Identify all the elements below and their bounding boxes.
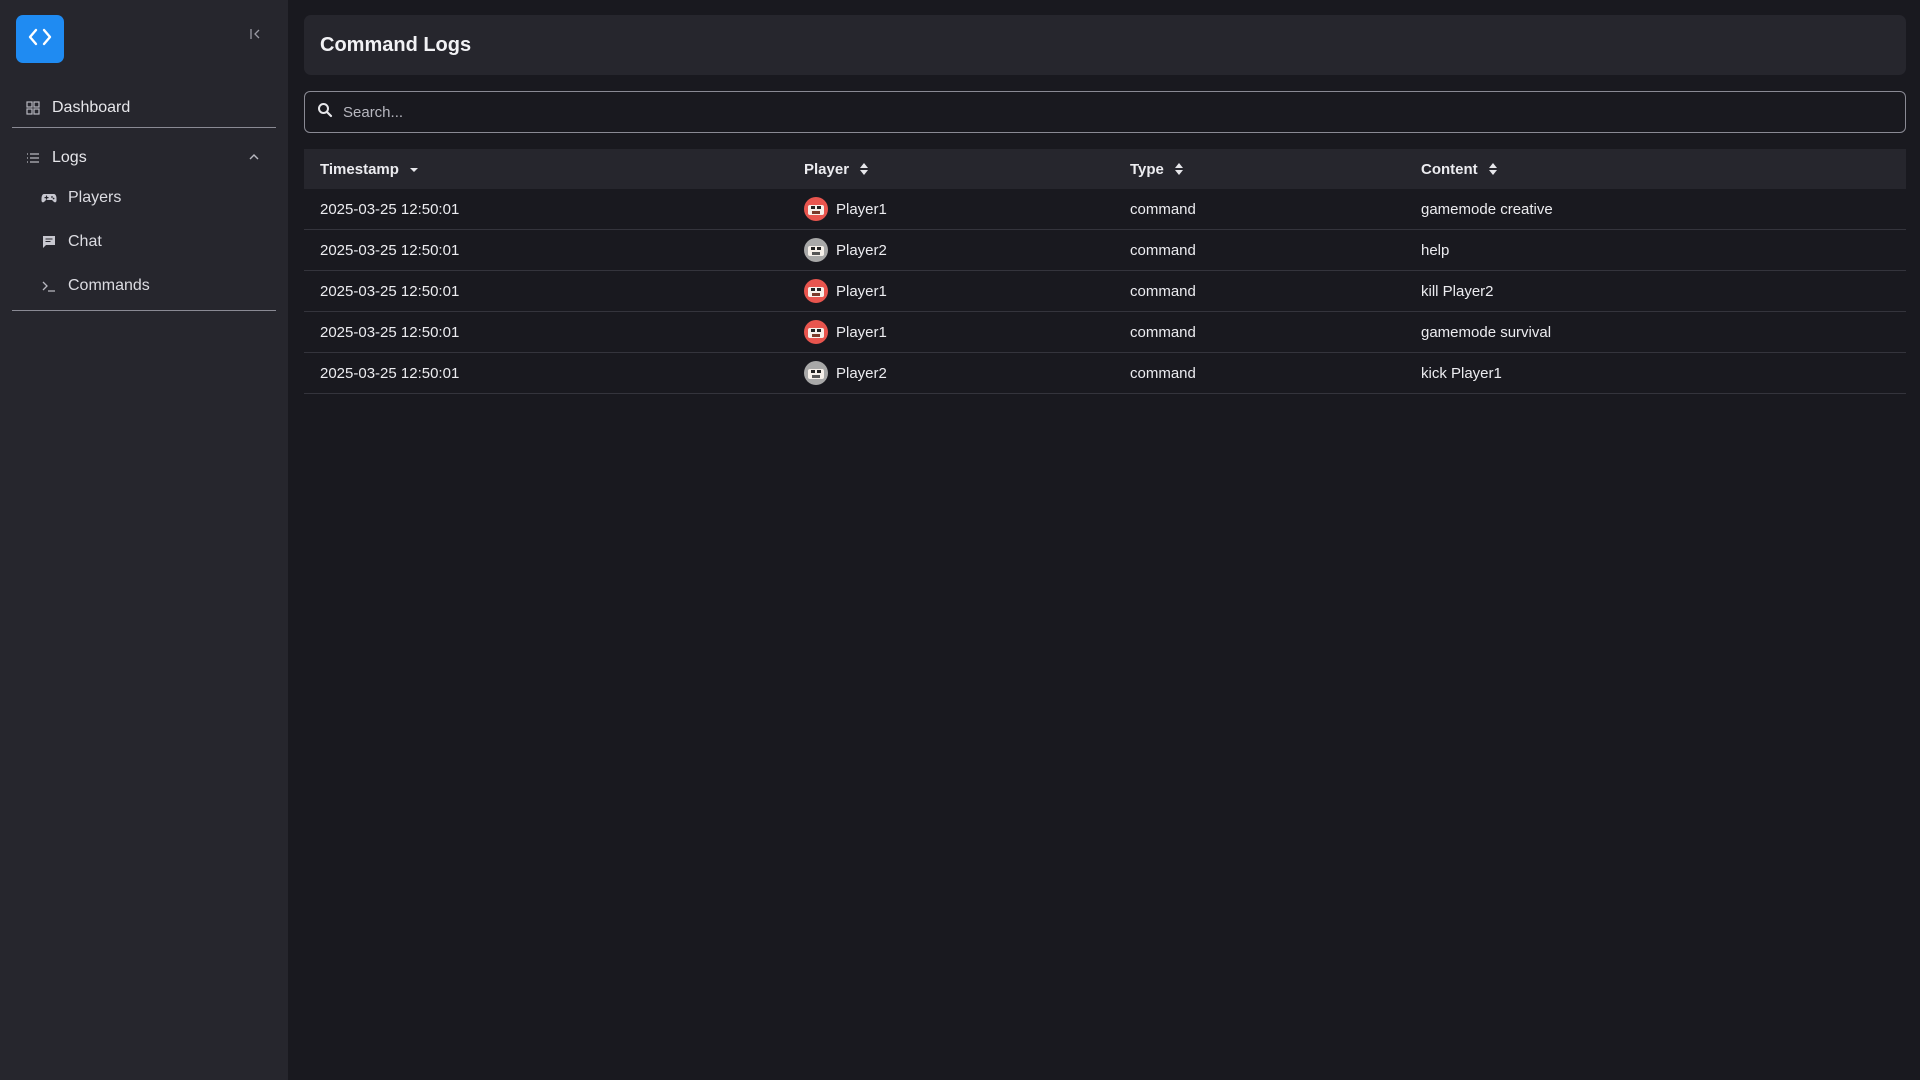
player-cell: Player2 (804, 238, 1130, 262)
type-cell: command (1130, 282, 1196, 300)
sidebar-item-logs[interactable]: Logs (12, 146, 276, 170)
table-header: Timestamp Player Type Content (304, 149, 1906, 189)
table-row[interactable]: 2025-03-25 12:50:01 Player1 command game… (304, 189, 1906, 230)
player-cell: Player1 (804, 279, 1130, 303)
page-title: Command Logs (320, 33, 472, 56)
search-input[interactable] (343, 103, 1905, 121)
sidebar-item-label: Dashboard (52, 99, 131, 116)
list-icon (24, 149, 42, 167)
sidebar-item-players[interactable]: Players (12, 186, 276, 210)
table-row[interactable]: 2025-03-25 12:50:01 Player1 command game… (304, 312, 1906, 353)
sidebar-item-label: Logs (52, 149, 87, 166)
timestamp-cell: 2025-03-25 12:50:01 (320, 241, 460, 259)
app: Dashboard Logs Players Chat Commands Com… (0, 0, 1920, 1080)
timestamp-cell: 2025-03-25 12:50:01 (320, 364, 460, 382)
chevron-up-icon[interactable] (248, 149, 260, 167)
collapse-sidebar-button[interactable] (246, 27, 264, 45)
grid-icon (24, 99, 42, 117)
sort-desc-icon (409, 165, 419, 173)
timestamp-cell: 2025-03-25 12:50:01 (320, 200, 460, 218)
timestamp-cell: 2025-03-25 12:50:01 (320, 282, 460, 300)
gamepad-icon (40, 189, 58, 207)
timestamp-cell: 2025-03-25 12:50:01 (320, 323, 460, 341)
type-cell: command (1130, 323, 1196, 341)
page-header: Command Logs (304, 15, 1906, 75)
table-row[interactable]: 2025-03-25 12:50:01 Player1 command kill… (304, 271, 1906, 312)
sidebar-divider (12, 127, 276, 128)
player-cell: Player2 (804, 361, 1130, 385)
content-cell: kick Player1 (1421, 364, 1502, 382)
content-cell: gamemode creative (1421, 200, 1553, 218)
column-header-type[interactable]: Type (1130, 161, 1421, 178)
column-header-content[interactable]: Content (1421, 161, 1906, 178)
table-row[interactable]: 2025-03-25 12:50:01 Player2 command help (304, 230, 1906, 271)
sidebar-item-label: Chat (68, 233, 102, 250)
sort-icon (859, 162, 869, 176)
logo-button[interactable] (16, 15, 64, 63)
terminal-icon (40, 277, 58, 295)
collapse-left-icon (248, 27, 262, 46)
content-cell: gamemode survival (1421, 323, 1552, 341)
player-avatar (804, 361, 828, 385)
player-avatar (804, 279, 828, 303)
player-cell: Player1 (804, 320, 1130, 344)
sidebar-item-dashboard[interactable]: Dashboard (12, 95, 276, 121)
type-cell: command (1130, 200, 1196, 218)
sidebar-item-label: Players (68, 189, 122, 206)
search-icon (317, 102, 333, 123)
search-box (304, 91, 1906, 133)
type-cell: command (1130, 364, 1196, 382)
type-cell: command (1130, 241, 1196, 259)
chat-icon (40, 233, 58, 251)
content-cell: kill Player2 (1421, 282, 1494, 300)
sidebar-item-label: Commands (68, 277, 150, 294)
sort-icon (1174, 162, 1184, 176)
player-avatar (804, 238, 828, 262)
player-avatar (804, 320, 828, 344)
player-cell: Player1 (804, 197, 1130, 221)
sort-icon (1488, 162, 1498, 176)
command-logs-table: Timestamp Player Type Content 2025-03-25… (304, 149, 1906, 394)
sidebar-item-commands[interactable]: Commands (12, 274, 276, 298)
column-header-player[interactable]: Player (804, 161, 1130, 178)
table-row[interactable]: 2025-03-25 12:50:01 Player2 command kick… (304, 353, 1906, 394)
column-header-timestamp[interactable]: Timestamp (304, 161, 804, 178)
code-brackets-icon (27, 27, 53, 52)
sidebar: Dashboard Logs Players Chat Commands (0, 0, 288, 1080)
main-content: Command Logs Timestamp Player (288, 0, 1920, 1080)
sidebar-divider (12, 310, 276, 311)
player-avatar (804, 197, 828, 221)
content-cell: help (1421, 241, 1450, 259)
sidebar-item-chat[interactable]: Chat (12, 230, 276, 254)
